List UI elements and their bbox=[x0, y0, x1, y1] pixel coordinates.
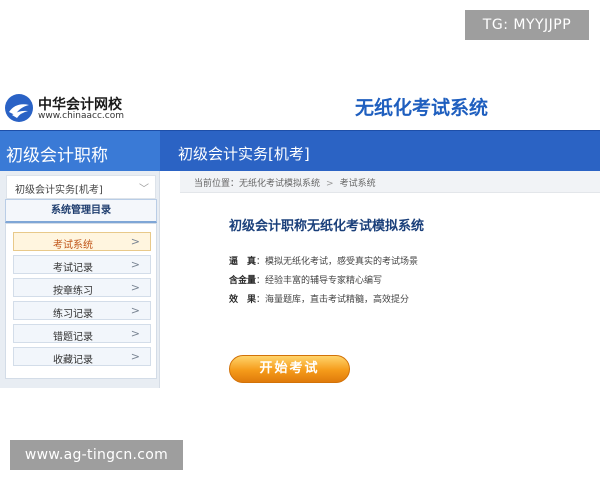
menu-item-wrong-answers[interactable]: 错题记录 > bbox=[13, 324, 151, 343]
menu-item-label: 考试记录 bbox=[53, 263, 93, 274]
feature-key: 逼 真 bbox=[229, 257, 257, 267]
start-exam-button[interactable]: 开始考试 bbox=[229, 355, 350, 383]
feature-value: 含金量：经验丰富的辅导专家精心编写 bbox=[229, 273, 382, 286]
page: TG: MYYJJPP 中华会计网校 www.chinaacc.com 无纸化考… bbox=[0, 0, 600, 480]
feature-realistic: 逼 真：模拟无纸化考试，感受真实的考试场景 bbox=[229, 254, 418, 267]
menu-item-favorites[interactable]: 收藏记录 > bbox=[13, 347, 151, 366]
feature-key: 含金量 bbox=[229, 276, 257, 286]
breadcrumb-current: 考试系统 bbox=[339, 179, 376, 189]
chevron-right-icon: > bbox=[130, 235, 140, 248]
site-logo[interactable]: 中华会计网校 www.chinaacc.com bbox=[4, 91, 154, 127]
main-title: 初级会计职称无纸化考试模拟系统 bbox=[229, 219, 425, 234]
course-banner: 初级会计职称 初级会计实务[机考] bbox=[0, 130, 600, 172]
menu-item-label: 考试系统 bbox=[53, 240, 93, 251]
course-title: 初级会计实务[机考] bbox=[178, 145, 310, 163]
menu-item-chapter-practice[interactable]: 按章练习 > bbox=[13, 278, 151, 297]
menu-item-practice-records[interactable]: 练习记录 > bbox=[13, 301, 151, 320]
logo-emblem-icon bbox=[5, 94, 33, 122]
logo-url: www.chinaacc.com bbox=[38, 111, 124, 121]
menu-item-exam-records[interactable]: 考试记录 > bbox=[13, 255, 151, 274]
sidebar: 初级会计实务[机考] ﹀ 系统管理目录 考试系统 > 考试记录 > 按章练习 >… bbox=[0, 171, 160, 388]
exam-category-title: 初级会计职称 bbox=[6, 146, 108, 166]
feature-key: 效 果 bbox=[229, 295, 257, 305]
breadcrumb: 当前位置：无纸化考试模拟系统 > 考试系统 bbox=[180, 171, 600, 193]
tg-badge: TG: MYYJJPP bbox=[465, 10, 589, 40]
menu-item-label: 错题记录 bbox=[53, 332, 93, 343]
feature-effect: 效 果：海量题库，直击考试精髓，高效提分 bbox=[229, 292, 409, 305]
chevron-right-icon: > bbox=[130, 327, 140, 340]
menu-title-label: 系统管理目录 bbox=[51, 205, 111, 216]
chevron-right-icon: > bbox=[130, 304, 140, 317]
breadcrumb-prefix[interactable]: 当前位置：无纸化考试模拟系统 bbox=[194, 179, 320, 189]
feature-desc: ：经验丰富的辅导专家精心编写 bbox=[256, 276, 383, 286]
site-header: 中华会计网校 www.chinaacc.com 无纸化考试系统 bbox=[0, 88, 600, 130]
breadcrumb-text: 当前位置：无纸化考试模拟系统 > 考试系统 bbox=[194, 176, 376, 189]
course-select[interactable]: 初级会计实务[机考] ﹀ bbox=[6, 175, 156, 199]
banner-left-panel: 初级会计职称 bbox=[0, 131, 160, 172]
feature-desc: ：模拟无纸化考试，感受真实的考试场景 bbox=[256, 257, 419, 267]
menu-item-label: 按章练习 bbox=[53, 286, 93, 297]
watermark-url: www.ag-tingcn.com bbox=[10, 440, 183, 470]
menu-panel: 考试系统 > 考试记录 > 按章练习 > 练习记录 > 错题记录 > 收藏记录 … bbox=[5, 223, 157, 379]
menu-title: 系统管理目录 bbox=[5, 199, 157, 223]
menu-item-label: 练习记录 bbox=[53, 309, 93, 320]
chevron-right-icon: > bbox=[130, 350, 140, 363]
menu-item-exam-system[interactable]: 考试系统 > bbox=[13, 232, 151, 251]
feature-desc: ：海量题库，直击考试精髓，高效提分 bbox=[256, 295, 410, 305]
chevron-right-icon: > bbox=[130, 258, 140, 271]
breadcrumb-separator: > bbox=[326, 179, 334, 189]
chevron-down-icon: ﹀ bbox=[139, 184, 149, 195]
system-title: 无纸化考试系统 bbox=[355, 97, 489, 119]
course-select-value: 初级会计实务[机考] bbox=[15, 185, 103, 196]
chevron-right-icon: > bbox=[130, 281, 140, 294]
menu-item-label: 收藏记录 bbox=[53, 355, 93, 366]
